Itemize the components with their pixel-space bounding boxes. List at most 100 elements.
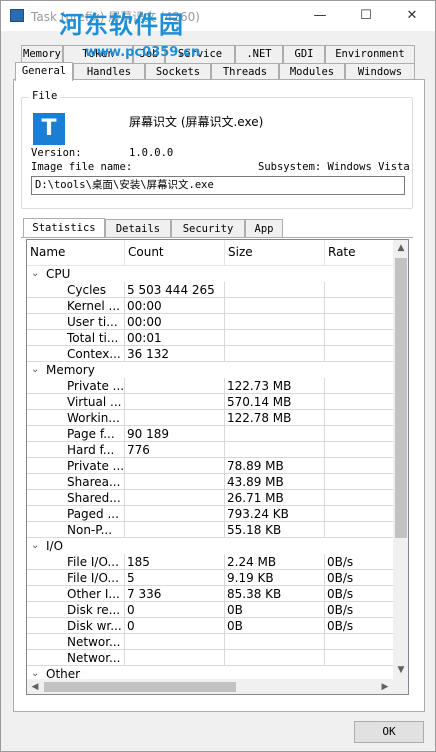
tab-security[interactable]: Security [171, 219, 245, 238]
tab-gdi[interactable]: GDI [283, 45, 325, 63]
close-button[interactable]: ✕ [389, 1, 435, 31]
cell-rate: 0B/s [325, 602, 393, 618]
process-properties-window: Task (prefix) 屏幕识文 (4260) 河东软件园 — ☐ ✕ ww… [0, 0, 436, 752]
group-row[interactable]: ⌄ Memory [27, 362, 393, 378]
group-row[interactable]: ⌄ CPU [27, 266, 393, 282]
cell-count: 00:00 [125, 314, 225, 330]
cell-size: 570.14 MB [225, 394, 325, 410]
cell-count: 36 132 [125, 346, 225, 362]
table-row[interactable]: Non-P... 55.18 KB [27, 522, 393, 538]
tab-general[interactable]: General [15, 62, 73, 81]
table-row[interactable]: Networ... [27, 650, 393, 666]
table-row[interactable]: Kernel ... 00:00 [27, 298, 393, 314]
cell-size: 43.89 MB [225, 474, 325, 490]
table-row[interactable]: Page f... 90 189 [27, 426, 393, 442]
cell-rate [325, 490, 393, 506]
cell-rate [325, 506, 393, 522]
scroll-down-icon[interactable]: ▼ [393, 662, 408, 679]
column-count[interactable]: Count [125, 240, 225, 266]
app-logo-icon: T [33, 113, 65, 145]
table-row[interactable]: Shared... 26.71 MB [27, 490, 393, 506]
cell-name: Disk re... [65, 602, 125, 618]
minimize-button[interactable]: — [297, 1, 343, 31]
tab-memory[interactable]: Memory [21, 45, 63, 63]
vertical-scrollbar[interactable]: ▲ ▼ [393, 240, 408, 679]
cell-rate [325, 474, 393, 490]
table-row[interactable]: Workin... 122.78 MB [27, 410, 393, 426]
column-name[interactable]: Name [27, 240, 125, 266]
cell-rate [325, 282, 393, 298]
cell-size: 122.73 MB [225, 378, 325, 394]
tab-dotnet[interactable]: .NET [235, 45, 283, 63]
vertical-scroll-thumb[interactable] [395, 258, 407, 538]
cell-rate [325, 314, 393, 330]
indent-cell [27, 458, 65, 474]
table-row[interactable]: File I/O... 5 9.19 KB 0B/s [27, 570, 393, 586]
column-size[interactable]: Size [225, 240, 325, 266]
tab-app[interactable]: App [245, 219, 283, 238]
scroll-right-icon[interactable]: ▶ [377, 679, 393, 694]
scroll-left-icon[interactable]: ◀ [27, 679, 43, 694]
table-row[interactable]: Paged ... 793.24 KB [27, 506, 393, 522]
statistics-tree-list[interactable]: Name Count Size Rate ⌄ CPU Cycles 5 503 444… [26, 239, 409, 695]
table-row[interactable]: Other I... 7 336 85.38 KB 0B/s [27, 586, 393, 602]
table-row[interactable]: File I/O... 185 2.24 MB 0B/s [27, 554, 393, 570]
cell-name: Hard f... [65, 442, 125, 458]
cell-name: File I/O... [65, 570, 125, 586]
cell-count [125, 634, 225, 650]
image-path-field[interactable]: D:\tools\桌面\安装\屏幕识文.exe [31, 176, 405, 195]
watermark-logo: 河东软件园 [59, 10, 184, 39]
group-row[interactable]: ⌄ I/O [27, 538, 393, 554]
cell-count: 00:01 [125, 330, 225, 346]
horizontal-scroll-thumb[interactable] [44, 682, 236, 692]
cell-name: Networ... [65, 650, 125, 666]
indent-cell [27, 522, 65, 538]
table-row[interactable]: Hard f... 776 [27, 442, 393, 458]
table-row[interactable]: Networ... [27, 634, 393, 650]
table-row[interactable]: Disk re... 0 0B 0B/s [27, 602, 393, 618]
cell-size: 26.71 MB [225, 490, 325, 506]
tab-statistics[interactable]: Statistics [23, 218, 105, 238]
group-label: CPU [46, 267, 71, 281]
indent-cell [27, 506, 65, 522]
group-label: I/O [46, 539, 64, 553]
table-row[interactable]: Contex... 36 132 [27, 346, 393, 362]
cell-name: Shared... [65, 490, 125, 506]
horizontal-scrollbar[interactable]: ◀ ▶ [27, 679, 393, 694]
table-row[interactable]: Virtual ... 570.14 MB [27, 394, 393, 410]
table-row[interactable]: User ti... 00:00 [27, 314, 393, 330]
cell-size [225, 282, 325, 298]
title-bar[interactable]: Task (prefix) 屏幕识文 (4260) 河东软件园 — ☐ ✕ [1, 1, 435, 39]
cell-count: 0 [125, 602, 225, 618]
table-row[interactable]: Private ... 122.73 MB [27, 378, 393, 394]
subsystem-label: Subsystem: Windows Vista [258, 161, 410, 173]
tab-environment[interactable]: Environment [325, 45, 415, 63]
table-row[interactable]: Private ... 78.89 MB [27, 458, 393, 474]
cell-name: Other I... [65, 586, 125, 602]
cell-size: 0B [225, 618, 325, 634]
table-row[interactable]: Total ti... 00:01 [27, 330, 393, 346]
cell-name: Kernel ... [65, 298, 125, 314]
cell-size: 9.19 KB [225, 570, 325, 586]
cell-name: Private ... [65, 458, 125, 474]
indent-cell [27, 634, 65, 650]
indent-cell [27, 586, 65, 602]
indent-cell [27, 442, 65, 458]
cell-count [125, 650, 225, 666]
table-row[interactable]: Cycles 5 503 444 265 [27, 282, 393, 298]
table-row[interactable]: Disk wr... 0 0B 0B/s [27, 618, 393, 634]
column-rate[interactable]: Rate [325, 240, 393, 266]
cell-rate [325, 410, 393, 426]
indent-cell [27, 554, 65, 570]
indent-cell [27, 602, 65, 618]
table-row[interactable]: Sharea... 43.89 MB [27, 474, 393, 490]
cell-name: Sharea... [65, 474, 125, 490]
tab-details[interactable]: Details [105, 219, 171, 238]
cell-name: Paged ... [65, 506, 125, 522]
scroll-up-icon[interactable]: ▲ [393, 240, 408, 257]
indent-cell [27, 282, 65, 298]
cell-count: 185 [125, 554, 225, 570]
maximize-button[interactable]: ☐ [343, 1, 389, 31]
ok-button[interactable]: OK [354, 721, 424, 743]
cell-count [125, 394, 225, 410]
